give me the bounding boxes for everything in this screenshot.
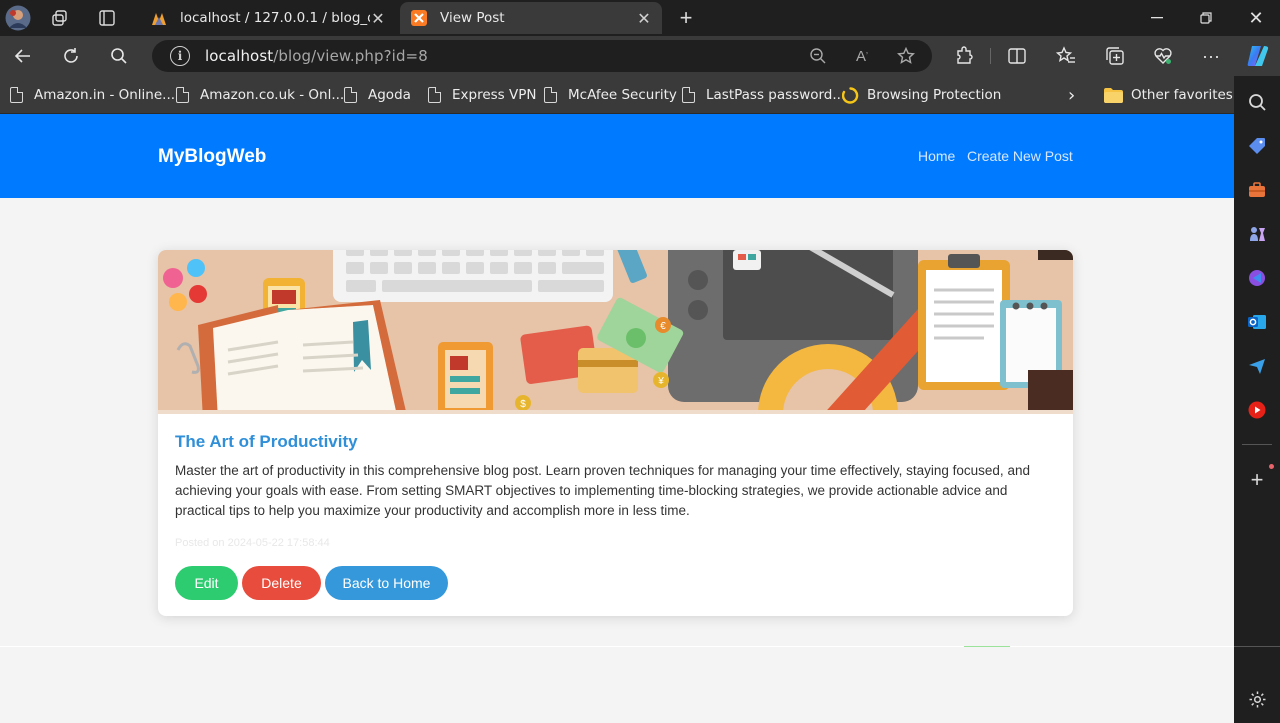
svg-text:€: € [660, 321, 666, 332]
games-chess-icon[interactable] [1246, 223, 1268, 245]
refresh-icon[interactable] [59, 44, 83, 68]
new-tab-icon[interactable]: + [674, 5, 698, 30]
bookmarks-overflow-chevron-icon[interactable]: › [1068, 85, 1075, 106]
extensions-icon[interactable] [952, 44, 976, 68]
close-icon[interactable]: ✕ [636, 9, 652, 28]
nav-link-home[interactable]: Home [918, 148, 955, 164]
bookmark-lastpass[interactable]: LastPass password... [682, 85, 845, 105]
footer-accent-line [964, 646, 1010, 647]
edge-sidebar: + [1234, 76, 1280, 723]
post-timestamp: Posted on 2024-05-22 17:58:44 [175, 537, 330, 549]
xampp-favicon-icon [410, 9, 428, 27]
notification-dot [1269, 464, 1274, 469]
split-screen-icon[interactable] [1005, 44, 1029, 68]
divider [990, 48, 991, 64]
favorites-bar: Amazon.in - Online... Amazon.co.uk - Onl… [0, 76, 1234, 114]
edit-button[interactable]: Edit [175, 566, 238, 600]
page-icon [10, 87, 23, 103]
phpmyadmin-favicon-icon [150, 9, 168, 27]
url-text[interactable]: localhost/blog/view.php?id=8 [205, 47, 428, 65]
post-body: Master the art of productivity in this c… [175, 463, 1030, 518]
workspaces-icon[interactable] [48, 6, 72, 30]
favorites-icon[interactable] [1054, 44, 1078, 68]
sidebar-search-icon[interactable] [1246, 91, 1268, 113]
bookmark-express-vpn[interactable]: Express VPN [428, 85, 536, 105]
youtube-icon[interactable] [1246, 399, 1268, 421]
site-header: MyBlogWeb Home Create New Post [0, 114, 1234, 198]
browsing-protection-icon [841, 86, 859, 104]
page-icon [176, 87, 189, 103]
outlook-icon[interactable] [1246, 311, 1268, 333]
close-window-icon[interactable]: ✕ [1231, 0, 1280, 36]
collections-icon[interactable] [1103, 44, 1127, 68]
tab-phpmyadmin[interactable]: localhost / 127.0.0.1 / blog_db / p ✕ [140, 2, 396, 34]
copilot-icon[interactable] [1244, 42, 1272, 70]
sidebar-divider [1242, 444, 1272, 445]
post-hero-image: € ¥ $ [158, 250, 1073, 414]
tab-title: View Post [440, 10, 505, 26]
svg-text:$: $ [520, 399, 526, 410]
page-icon [428, 87, 441, 103]
post-card: € ¥ $ The Art of Productivity Master the… [158, 250, 1073, 616]
search-icon[interactable] [107, 44, 131, 68]
send-paper-plane-icon[interactable] [1246, 355, 1268, 377]
back-icon[interactable] [11, 44, 35, 68]
page-viewport: MyBlogWeb Home Create New Post € ¥ $ The… [0, 114, 1234, 723]
favorite-star-icon[interactable] [896, 46, 916, 66]
delete-button[interactable]: Delete [242, 566, 321, 600]
sidebar-settings-gear-icon[interactable] [1246, 688, 1268, 710]
footer-divider [0, 646, 1234, 647]
add-sidebar-app-icon[interactable]: + [1246, 467, 1268, 492]
profile-avatar[interactable] [4, 4, 32, 32]
nav-link-create-post[interactable]: Create New Post [967, 148, 1073, 164]
bookmark-amazon-co-uk[interactable]: Amazon.co.uk - Onl... [176, 85, 344, 105]
address-toolbar: i localhost/blog/view.php?id=8 Aʼ ··· [0, 36, 1280, 76]
page-icon [544, 87, 557, 103]
bookmark-mcafee[interactable]: McAfee Security [544, 85, 677, 105]
bookmark-amazon-in[interactable]: Amazon.in - Online... [10, 85, 175, 105]
page-icon [682, 87, 695, 103]
tab-title: localhost / 127.0.0.1 / blog_db / p [180, 10, 370, 26]
tab-strip: localhost / 127.0.0.1 / blog_db / p ✕ Vi… [0, 0, 1280, 36]
settings-more-icon[interactable]: ··· [1199, 44, 1223, 68]
post-title: The Art of Productivity [175, 432, 358, 451]
browser-essentials-icon[interactable] [1151, 44, 1175, 68]
shopping-tag-icon[interactable] [1246, 135, 1268, 157]
page-icon [344, 87, 357, 103]
tab-view-post[interactable]: View Post ✕ [400, 2, 662, 34]
back-to-home-button[interactable]: Back to Home [325, 566, 448, 600]
tools-briefcase-icon[interactable] [1246, 179, 1268, 201]
svg-text:¥: ¥ [657, 376, 664, 387]
tab-actions-icon[interactable] [95, 6, 119, 30]
read-aloud-icon[interactable]: Aʼ [852, 46, 872, 66]
copilot-sidebar-icon[interactable] [1246, 267, 1268, 289]
site-info-icon[interactable]: i [170, 46, 190, 66]
close-icon[interactable]: ✕ [370, 9, 386, 28]
bookmark-browsing-protection[interactable]: Browsing Protection [841, 85, 1001, 105]
sidebar-divider [1234, 646, 1280, 647]
minimize-icon[interactable] [1132, 0, 1182, 36]
restore-icon[interactable] [1181, 0, 1231, 36]
bookmark-agoda[interactable]: Agoda [344, 85, 411, 105]
other-favorites-folder[interactable]: Other favorites [1104, 85, 1233, 105]
zoom-out-icon[interactable] [808, 46, 828, 66]
url-bar[interactable]: i localhost/blog/view.php?id=8 Aʼ [152, 40, 932, 72]
site-brand[interactable]: MyBlogWeb [158, 146, 266, 168]
folder-icon [1104, 87, 1123, 103]
